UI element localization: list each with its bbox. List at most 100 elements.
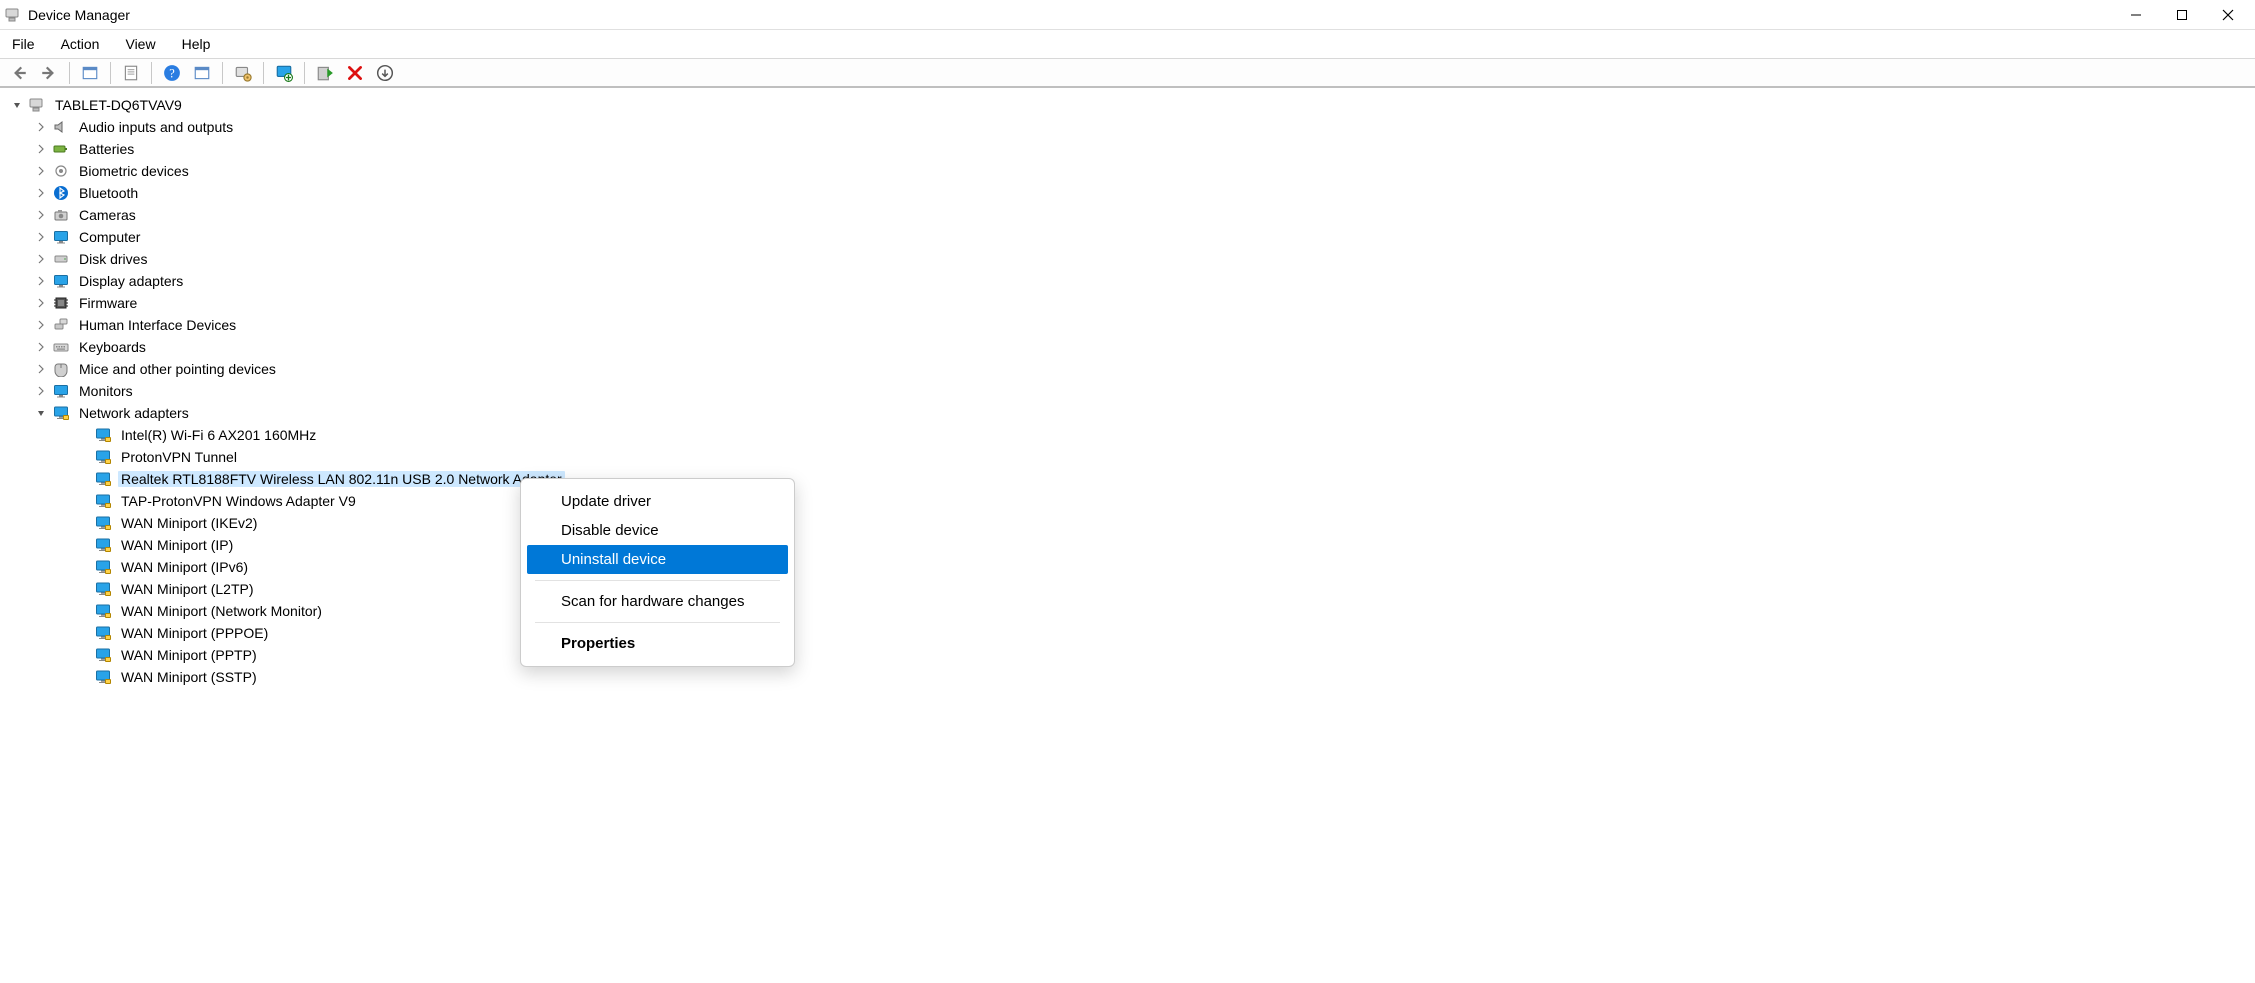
chevron-right-icon[interactable] <box>34 120 48 134</box>
tree-device[interactable]: ProtonVPN Tunnel <box>10 446 2255 468</box>
disable-device-button[interactable] <box>342 61 368 85</box>
tree-category[interactable]: Human Interface Devices <box>10 314 2255 336</box>
toolbar-separator <box>69 62 70 84</box>
context-scan-hardware[interactable]: Scan for hardware changes <box>527 587 788 616</box>
maximize-button[interactable] <box>2159 0 2205 30</box>
chevron-down-icon[interactable] <box>10 98 24 112</box>
forward-button[interactable] <box>36 61 62 85</box>
category-label: Computer <box>76 229 143 245</box>
hid-icon <box>52 316 70 334</box>
battery-icon <box>52 140 70 158</box>
properties-button[interactable] <box>118 61 144 85</box>
network-adapter-icon <box>94 602 112 620</box>
menu-file[interactable]: File <box>8 34 39 54</box>
tree-category[interactable]: Monitors <box>10 380 2255 402</box>
close-button[interactable] <box>2205 0 2251 30</box>
tree-device[interactable]: WAN Miniport (PPPOE) <box>10 622 2255 644</box>
menu-view[interactable]: View <box>121 34 159 54</box>
tree-category[interactable]: Computer <box>10 226 2255 248</box>
tree-device[interactable]: WAN Miniport (PPTP) <box>10 644 2255 666</box>
tree-device[interactable]: WAN Miniport (L2TP) <box>10 578 2255 600</box>
enable-device-button[interactable] <box>312 61 338 85</box>
device-label: TAP-ProtonVPN Windows Adapter V9 <box>118 493 359 509</box>
device-label: WAN Miniport (PPTP) <box>118 647 260 663</box>
category-label: Human Interface Devices <box>76 317 239 333</box>
chevron-right-icon[interactable] <box>34 318 48 332</box>
chevron-right-icon[interactable] <box>34 362 48 376</box>
chevron-right-icon[interactable] <box>34 384 48 398</box>
tree-device[interactable]: WAN Miniport (Network Monitor) <box>10 600 2255 622</box>
tree-category[interactable]: Biometric devices <box>10 160 2255 182</box>
context-properties[interactable]: Properties <box>527 629 788 658</box>
tree-category[interactable]: Network adapters <box>10 402 2255 424</box>
toolbar <box>0 58 2255 88</box>
tree-device[interactable]: WAN Miniport (IP) <box>10 534 2255 556</box>
tree-category[interactable]: Display adapters <box>10 270 2255 292</box>
tree-device[interactable]: TAP-ProtonVPN Windows Adapter V9 <box>10 490 2255 512</box>
category-label: Mice and other pointing devices <box>76 361 279 377</box>
firmware-icon <box>52 294 70 312</box>
chevron-right-icon[interactable] <box>34 208 48 222</box>
device-label: WAN Miniport (IPv6) <box>118 559 251 575</box>
device-tree: TABLET-DQ6TVAV9 Audio inputs and outputs… <box>0 88 2255 983</box>
device-label: WAN Miniport (PPPOE) <box>118 625 271 641</box>
chevron-right-icon[interactable] <box>34 274 48 288</box>
audio-icon <box>52 118 70 136</box>
device-label: WAN Miniport (Network Monitor) <box>118 603 325 619</box>
chevron-down-icon[interactable] <box>34 406 48 420</box>
menu-help[interactable]: Help <box>178 34 215 54</box>
context-uninstall-device[interactable]: Uninstall device <box>527 545 788 574</box>
category-label: Batteries <box>76 141 137 157</box>
tree-root[interactable]: TABLET-DQ6TVAV9 <box>10 94 2255 116</box>
context-menu: Update driver Disable device Uninstall d… <box>520 478 795 667</box>
category-label: Monitors <box>76 383 136 399</box>
network-adapter-icon <box>94 514 112 532</box>
toolbar-separator <box>151 62 152 84</box>
device-label: WAN Miniport (SSTP) <box>118 669 260 685</box>
titlebar: Device Manager <box>0 0 2255 30</box>
device-label: Realtek RTL8188FTV Wireless LAN 802.11n … <box>118 471 565 487</box>
context-update-driver[interactable]: Update driver <box>527 487 788 516</box>
toolbar-separator <box>304 62 305 84</box>
chevron-right-icon[interactable] <box>34 186 48 200</box>
tree-category[interactable]: Cameras <box>10 204 2255 226</box>
category-label: Cameras <box>76 207 139 223</box>
minimize-button[interactable] <box>2113 0 2159 30</box>
tree-category[interactable]: Bluetooth <box>10 182 2255 204</box>
menu-action[interactable]: Action <box>57 34 104 54</box>
chevron-right-icon[interactable] <box>34 164 48 178</box>
tree-device[interactable]: WAN Miniport (SSTP) <box>10 666 2255 688</box>
tree-device[interactable]: WAN Miniport (IKEv2) <box>10 512 2255 534</box>
chevron-right-icon[interactable] <box>34 296 48 310</box>
network-adapter-icon <box>94 646 112 664</box>
show-hide-tree-button[interactable] <box>77 61 103 85</box>
tree-device[interactable]: Intel(R) Wi-Fi 6 AX201 160MHz <box>10 424 2255 446</box>
tree-category[interactable]: Keyboards <box>10 336 2255 358</box>
tree-category[interactable]: Mice and other pointing devices <box>10 358 2255 380</box>
disk-icon <box>52 250 70 268</box>
uninstall-device-button[interactable] <box>372 61 398 85</box>
back-button[interactable] <box>6 61 32 85</box>
help-button[interactable] <box>159 61 185 85</box>
tree-device[interactable]: Realtek RTL8188FTV Wireless LAN 802.11n … <box>10 468 2255 490</box>
category-label: Network adapters <box>76 405 192 421</box>
tree-device[interactable]: WAN Miniport (IPv6) <box>10 556 2255 578</box>
tree-category[interactable]: Disk drives <box>10 248 2255 270</box>
category-label: Display adapters <box>76 273 186 289</box>
network-adapter-icon <box>94 470 112 488</box>
chevron-right-icon[interactable] <box>34 230 48 244</box>
camera-icon <box>52 206 70 224</box>
network-adapter-icon <box>94 558 112 576</box>
chevron-right-icon[interactable] <box>34 252 48 266</box>
scan-hardware-button[interactable] <box>271 61 297 85</box>
chevron-right-icon[interactable] <box>34 340 48 354</box>
tree-category[interactable]: Batteries <box>10 138 2255 160</box>
chevron-right-icon[interactable] <box>34 142 48 156</box>
context-disable-device[interactable]: Disable device <box>527 516 788 545</box>
tree-category[interactable]: Firmware <box>10 292 2255 314</box>
scan-event-button[interactable] <box>189 61 215 85</box>
network-adapter-icon <box>94 492 112 510</box>
update-driver-button[interactable] <box>230 61 256 85</box>
category-label: Keyboards <box>76 339 149 355</box>
tree-category[interactable]: Audio inputs and outputs <box>10 116 2255 138</box>
